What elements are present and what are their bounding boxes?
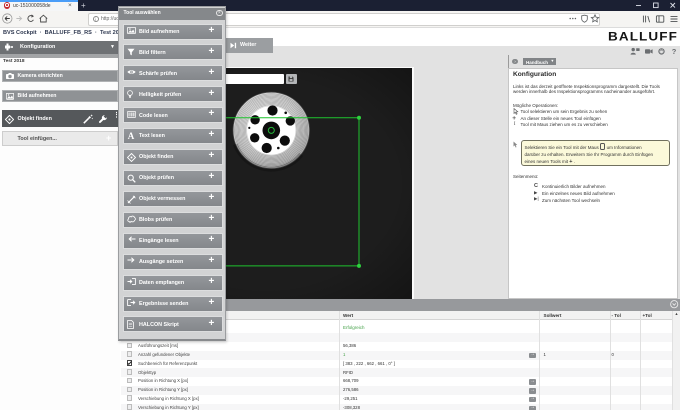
svg-text:?: ? <box>672 47 677 56</box>
svg-text:A: A <box>127 132 134 140</box>
